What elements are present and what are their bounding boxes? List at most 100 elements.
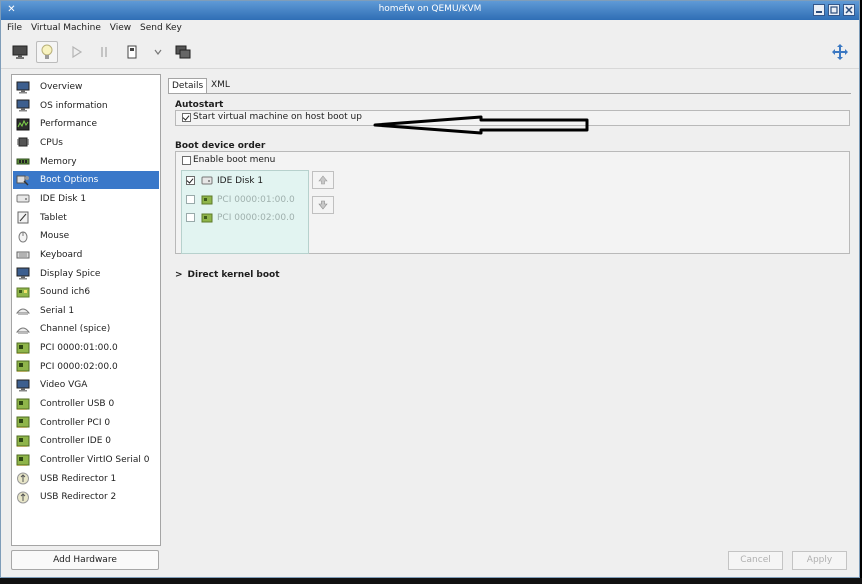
enable-boot-menu-checkbox[interactable] (182, 155, 191, 165)
sidebar-item[interactable]: Mouse (13, 227, 159, 245)
cpu-icon (16, 136, 30, 149)
toolbar (1, 36, 859, 69)
annotation-arrow (373, 115, 589, 135)
sidebar-item-label: USB Redirector 2 (40, 492, 117, 503)
sidebar-item-label: Controller IDE 0 (40, 436, 111, 447)
sidebar-item[interactable]: Channel (spice) (13, 320, 159, 338)
sidebar-item[interactable]: Boot Options (13, 171, 159, 190)
move-up-button[interactable] (312, 171, 334, 189)
memory-icon (16, 155, 30, 168)
arrow-down-icon (318, 200, 328, 210)
mouse-icon (16, 230, 30, 243)
pause-button[interactable] (93, 41, 115, 63)
sidebar-item[interactable]: OS information (13, 97, 159, 115)
move-down-button[interactable] (312, 196, 334, 214)
sidebar-item[interactable]: CPUs (13, 134, 159, 152)
shutdown-button[interactable] (121, 41, 143, 63)
sidebar-item-label: Display Spice (40, 268, 101, 279)
title-bar[interactable]: ✕ homefw on QEMU/KVM (1, 1, 859, 20)
autostart-checkbox-row[interactable]: Start virtual machine on host boot up (182, 112, 362, 122)
autostart-checkbox[interactable] (182, 112, 191, 122)
sidebar-item[interactable]: Performance (13, 115, 159, 133)
boot-device-row[interactable]: PCI 0000:01:00.0 (186, 194, 295, 205)
fullscreen-button[interactable] (829, 41, 851, 63)
sidebar-item[interactable]: Sound ich6 (13, 283, 159, 301)
sidebar-item[interactable]: Video VGA (13, 376, 159, 394)
add-hardware-button[interactable]: Add Hardware (11, 550, 159, 570)
serial-icon (16, 323, 30, 336)
boot-device-checkbox[interactable] (186, 213, 195, 222)
sidebar-item[interactable]: IDE Disk 1 (13, 190, 159, 208)
minimize-button[interactable] (813, 4, 825, 16)
hardware-list: Overview OS information Performance CPUs Mem… (11, 74, 161, 546)
shutdown-menu-button[interactable] (147, 41, 169, 63)
sidebar-item[interactable]: Controller USB 0 (13, 395, 159, 413)
sidebar-item[interactable]: PCI 0000:02:00.0 (13, 358, 159, 376)
sidebar-item-label: Video VGA (40, 380, 88, 391)
sidebar-item-label: Memory (40, 156, 77, 167)
power-icon (127, 45, 137, 59)
sidebar-item[interactable]: USB Redirector 1 (13, 470, 159, 488)
pci-card-icon (16, 416, 30, 429)
boot-device-checkbox[interactable] (186, 195, 195, 204)
sidebar-item[interactable]: Overview (13, 78, 159, 96)
sidebar-item-label: Controller VirtIO Serial 0 (40, 455, 150, 465)
sidebar-item[interactable]: Controller VirtIO Serial 0 (13, 451, 159, 469)
show-console-button[interactable] (9, 41, 31, 63)
sidebar-item[interactable]: USB Redirector 2 (13, 488, 159, 506)
tab-details[interactable]: Details (168, 78, 207, 93)
pci-card-icon (201, 195, 213, 205)
boot-options-icon (16, 174, 30, 187)
usb-redirector-icon (16, 472, 30, 485)
sidebar-item[interactable]: Tablet (13, 209, 159, 227)
vm-details-window: ✕ homefw on QEMU/KVM File Virtual Machin… (0, 0, 860, 578)
maximize-button[interactable] (828, 4, 840, 16)
monitor-icon (12, 45, 28, 59)
monitor-icon (16, 267, 30, 280)
sidebar-item[interactable]: Serial 1 (13, 302, 159, 320)
sidebar-item[interactable]: Display Spice (13, 265, 159, 283)
apply-button[interactable]: Apply (792, 551, 847, 570)
snapshots-button[interactable] (172, 41, 194, 63)
sound-icon (16, 286, 30, 299)
sidebar-item[interactable]: Controller IDE 0 (13, 432, 159, 450)
arrow-up-icon (318, 175, 328, 185)
boot-device-checkbox[interactable] (186, 176, 195, 185)
cancel-button[interactable]: Cancel (728, 551, 783, 570)
sidebar-item-label: Controller PCI 0 (40, 417, 111, 428)
pci-card-icon (16, 435, 30, 448)
sidebar-item[interactable]: Memory (13, 153, 159, 171)
tab-xml[interactable]: XML (208, 78, 236, 93)
direct-kernel-boot-label: Direct kernel boot (187, 270, 280, 280)
monitor-icon (16, 99, 30, 112)
snapshots-icon (175, 45, 191, 59)
boot-device-list: IDE Disk 1 PCI 0000:01:00.0 PCI 0000:02:… (181, 170, 309, 254)
show-details-button[interactable] (36, 41, 58, 63)
sidebar-item[interactable]: PCI 0000:01:00.0 (13, 339, 159, 357)
boot-device-label: PCI 0000:02:00.0 (217, 212, 295, 223)
autostart-title: Autostart (175, 100, 224, 110)
disk-icon (201, 176, 213, 185)
enable-boot-menu-row[interactable]: Enable boot menu (182, 155, 275, 165)
sidebar-item[interactable]: Controller PCI 0 (13, 414, 159, 432)
run-button[interactable] (65, 41, 87, 63)
direct-kernel-boot-expander[interactable]: > Direct kernel boot (175, 270, 280, 280)
boot-device-row[interactable]: PCI 0000:02:00.0 (186, 212, 295, 223)
pci-card-icon (201, 213, 213, 223)
sidebar-item[interactable]: Keyboard (13, 246, 159, 264)
menu-send-key[interactable]: Send Key (140, 20, 182, 36)
sidebar-item-label: Sound ich6 (40, 287, 91, 298)
sidebar-item-label: CPUs (40, 137, 63, 148)
sidebar-item-label: Overview (40, 82, 83, 92)
menu-virtual-machine[interactable]: Virtual Machine (31, 20, 101, 36)
sidebar-item-label: IDE Disk 1 (40, 193, 87, 204)
sidebar-item-label: PCI 0000:02:00.0 (40, 361, 118, 372)
menu-view[interactable]: View (110, 20, 131, 36)
window-title: homefw on QEMU/KVM (378, 4, 482, 14)
sidebar-item-label: Tablet (40, 212, 67, 223)
fullscreen-icon (832, 44, 848, 60)
menu-file[interactable]: File (7, 20, 22, 36)
close-button[interactable] (843, 4, 855, 16)
boot-device-row[interactable]: IDE Disk 1 (186, 175, 263, 186)
performance-icon (16, 118, 30, 131)
